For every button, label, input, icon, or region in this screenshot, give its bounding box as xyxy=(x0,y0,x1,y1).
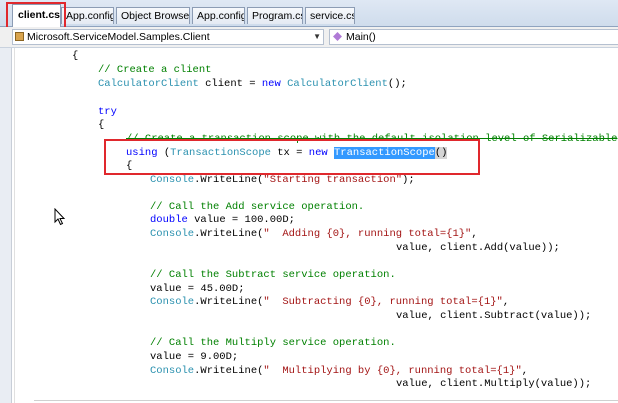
code-line: // Create a transaction scope with the d… xyxy=(126,133,618,145)
code-line: value, client.Subtract(value)); xyxy=(396,310,592,322)
class-icon xyxy=(15,32,24,41)
mouse-cursor-icon xyxy=(54,208,66,226)
code-line: Console.WriteLine("Starting transaction"… xyxy=(150,174,415,186)
code-line: { xyxy=(98,119,105,131)
tab-program-cs[interactable]: Program.cs xyxy=(247,7,303,24)
navigation-bar: Microsoft.ServiceModel.Samples.Client ▼ … xyxy=(0,27,618,48)
type-combo-label: Microsoft.ServiceModel.Samples.Client xyxy=(27,31,210,43)
editor-bottom-edge xyxy=(34,400,618,401)
code-line: Console.WriteLine(" Multiplying by {0}, … xyxy=(150,365,529,377)
code-line: // Create a client xyxy=(98,64,212,76)
code-editor[interactable]: { // Create a client CalculatorClient cl… xyxy=(34,48,618,403)
code-line: // Call the Subtract service operation. xyxy=(150,269,396,281)
code-line: value, client.Add(value)); xyxy=(396,242,560,254)
document-tab-bar: client.cs App.config Object Browser App.… xyxy=(0,0,618,27)
code-line: // Call the Multiply service operation. xyxy=(150,337,396,349)
code-line: // Call the Add service operation. xyxy=(150,201,365,213)
tab-client-cs[interactable]: client.cs xyxy=(12,4,61,27)
code-line: Console.WriteLine(" Subtracting {0}, run… xyxy=(150,296,510,308)
method-icon xyxy=(333,32,342,41)
code-line: { xyxy=(126,160,133,172)
using-statement: using (TransactionScope tx = new Transac… xyxy=(126,147,448,159)
tab-service-cs[interactable]: service.cs xyxy=(305,7,355,24)
tab-app-config[interactable]: App.config xyxy=(61,7,114,24)
code-line: { xyxy=(72,50,79,62)
code-line: Console.WriteLine(" Adding {0}, running … xyxy=(150,228,478,240)
code-line: CalculatorClient client = new Calculator… xyxy=(98,78,407,90)
member-combo[interactable]: Main() xyxy=(329,29,618,45)
code-line: value, client.Multiply(value)); xyxy=(396,378,592,390)
tab-app-config-2[interactable]: App.config xyxy=(192,7,245,24)
editor-margin xyxy=(14,48,15,403)
code-line: value = 45.00D; xyxy=(150,283,245,295)
type-combo[interactable]: Microsoft.ServiceModel.Samples.Client ▼ xyxy=(12,29,324,45)
left-frame xyxy=(0,48,12,403)
code-line: value = 9.00D; xyxy=(150,351,239,363)
member-combo-label: Main() xyxy=(346,31,376,43)
tab-object-browser[interactable]: Object Browser xyxy=(116,7,190,24)
chevron-down-icon: ▼ xyxy=(313,32,321,41)
selected-text: TransactionScope xyxy=(333,147,435,159)
code-line: try xyxy=(98,106,117,118)
code-line: double value = 100.00D; xyxy=(150,214,295,226)
